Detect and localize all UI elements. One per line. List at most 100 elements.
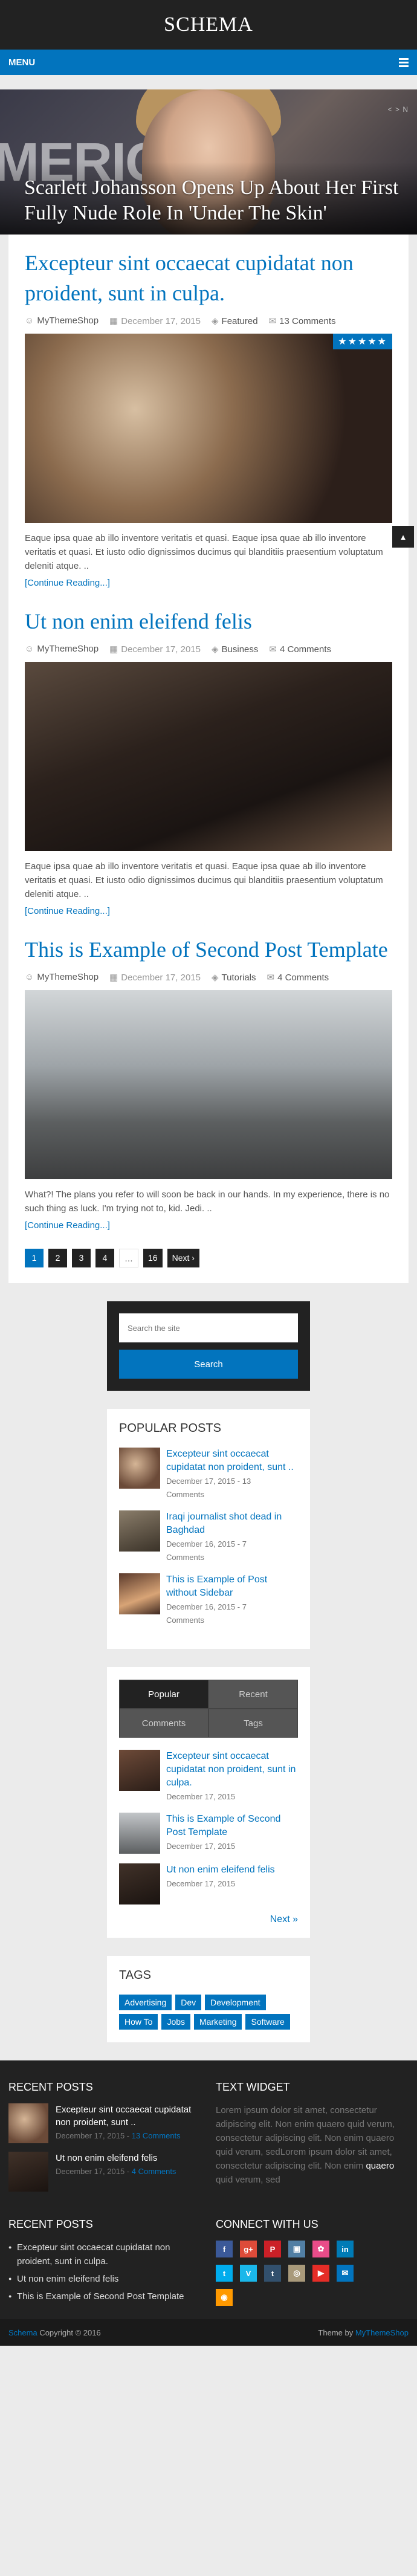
tumblr-icon[interactable]: t [264, 2265, 281, 2282]
post-category[interactable]: ◈ Featured [212, 316, 258, 326]
post-comments[interactable]: ✉ 4 Comments [269, 644, 331, 655]
post-category[interactable]: ◈ Tutorials [212, 972, 256, 983]
theme-link[interactable]: MyThemeShop [355, 2328, 409, 2337]
facebook-icon[interactable]: f [216, 2241, 233, 2257]
post-link[interactable]: Ut non enim eleifend felis [56, 2152, 176, 2164]
pinterest-icon[interactable]: P [264, 2241, 281, 2257]
menu-label[interactable]: MENU [8, 57, 35, 68]
search-widget: Search [107, 1301, 310, 1391]
post-thumbnail[interactable] [8, 2152, 48, 2192]
list-item[interactable]: Ut non enim eleifend felis December 17, 2… [8, 2152, 201, 2192]
post-thumbnail[interactable] [119, 1573, 160, 1614]
list-item[interactable]: Excepteur sint occaecat cupidatat non pr… [8, 2241, 201, 2268]
sidebar: Search POPULAR POSTS Excepteur sint occa… [107, 1301, 310, 2042]
post-thumbnail[interactable] [8, 2103, 48, 2143]
copyright-text: Schema Copyright © 2016 [8, 2328, 101, 2337]
list-item[interactable]: This is Example of Second Post Template [8, 2290, 201, 2303]
tab-tags[interactable]: Tags [208, 1709, 298, 1738]
tag-advertising[interactable]: Advertising [119, 1995, 172, 2010]
post-title[interactable]: This is Example of Second Post Template [25, 934, 392, 965]
social-icons: f g+ P ▣ ✿ in t Vt ◎ ▶ ✉ ◉ [216, 2241, 409, 2306]
read-more-link[interactable]: [Continue Reading...] [25, 1220, 392, 1231]
tag-dev[interactable]: Dev [175, 1995, 202, 2010]
back-to-top-icon[interactable]: ▲ [392, 526, 414, 548]
post-author[interactable]: ☺ MyThemeShop [25, 972, 99, 983]
post-title[interactable]: Excepteur sint occaecat cupidatat non pr… [25, 248, 392, 308]
list-item[interactable]: Excepteur sint occaecat cupidatat non pr… [119, 1750, 298, 1803]
post-comments[interactable]: ✉ 4 Comments [267, 972, 329, 983]
page-3[interactable]: 3 [72, 1249, 91, 1267]
user-icon: ☺ [25, 972, 34, 982]
tag-how-to[interactable]: How To [119, 2014, 158, 2030]
post-excerpt: Eaque ipsa quae ab illo inventore verita… [25, 533, 383, 571]
email-icon[interactable]: ✉ [337, 2265, 354, 2282]
youtube-icon[interactable]: ▶ [312, 2265, 329, 2282]
read-more-link[interactable]: [Continue Reading...] [25, 578, 392, 588]
post-link[interactable]: Iraqi journalist shot dead in Baghdad [166, 1510, 298, 1537]
post-link[interactable]: Ut non enim eleifend felis [166, 1863, 275, 1877]
list-item[interactable]: Ut non enim eleifend felis [8, 2272, 201, 2286]
featured-slider[interactable]: MERIC < > N Scarlett Johansson Opens Up … [0, 89, 417, 235]
search-button[interactable]: Search [119, 1350, 298, 1379]
list-item[interactable]: Excepteur sint occaecat cupidatat non pr… [119, 1448, 298, 1501]
site-link[interactable]: Schema [8, 2328, 37, 2337]
page-16[interactable]: 16 [143, 1249, 163, 1267]
post-link[interactable]: This is Example of Second Post Template [166, 1813, 298, 1839]
rss-icon[interactable]: ◉ [216, 2289, 233, 2306]
post-thumbnail[interactable] [119, 1750, 160, 1791]
post-thumbnail[interactable] [119, 1448, 160, 1489]
post-thumbnail[interactable] [25, 662, 392, 851]
footer-connect: CONNECT WITH US f g+ P ▣ ✿ in t Vt ◎ ▶ ✉ ◉ [216, 2218, 409, 2307]
featured-title[interactable]: Scarlett Johansson Opens Up About Her Fi… [24, 175, 405, 226]
tab-recent[interactable]: Recent [208, 1680, 298, 1709]
tab-comments[interactable]: Comments [119, 1709, 208, 1738]
instagram-icon[interactable]: ▣ [288, 2241, 305, 2257]
post-title[interactable]: Ut non enim eleifend felis [25, 606, 392, 636]
page-2[interactable]: 2 [48, 1249, 67, 1267]
post-comments-link[interactable]: 13 Comments [132, 2131, 181, 2140]
post-link[interactable]: Excepteur sint occaecat cupidatat non pr… [56, 2103, 201, 2129]
post-thumbnail[interactable]: ★★★★★ [25, 334, 392, 523]
post-author[interactable]: ☺ MyThemeShop [25, 316, 99, 326]
search-input[interactable] [119, 1313, 298, 1342]
page-1[interactable]: 1 [25, 1249, 44, 1267]
hamburger-icon[interactable] [399, 57, 409, 67]
calendar-icon: ▦ [109, 316, 118, 326]
post-thumbnail[interactable] [119, 1510, 160, 1552]
google-plus-icon[interactable]: g+ [240, 2241, 257, 2257]
post-comments-link[interactable]: 4 Comments [132, 2167, 176, 2176]
list-item[interactable]: Excepteur sint occaecat cupidatat non pr… [8, 2103, 201, 2143]
page-4[interactable]: 4 [95, 1249, 114, 1267]
tag-jobs[interactable]: Jobs [161, 2014, 191, 2030]
list-item[interactable]: Ut non enim eleifend felis December 17, 2… [119, 1863, 298, 1904]
post-comments[interactable]: ✉ 13 Comments [269, 316, 336, 326]
post-link[interactable]: This is Example of Post without Sidebar [166, 1573, 298, 1600]
tabs-next-link[interactable]: Next » [119, 1914, 298, 1925]
post-link[interactable]: Excepteur sint occaecat cupidatat non pr… [166, 1448, 298, 1474]
list-item[interactable]: This is Example of Second Post Template D… [119, 1813, 298, 1854]
post-link[interactable]: Excepteur sint occaecat cupidatat non pr… [166, 1750, 298, 1790]
post-thumbnail[interactable] [25, 990, 392, 1179]
post-thumbnail[interactable] [119, 1813, 160, 1854]
linkedin-icon[interactable]: in [337, 2241, 354, 2257]
tag-marketing[interactable]: Marketing [194, 2014, 242, 2030]
flickr-icon[interactable]: ◎ [288, 2265, 305, 2282]
dribbble-icon[interactable]: ✿ [312, 2241, 329, 2257]
read-more-link[interactable]: [Continue Reading...] [25, 906, 392, 916]
site-logo[interactable]: SCHEMA [164, 13, 253, 36]
rating-stars: ★★★★★ [333, 334, 392, 349]
tab-popular[interactable]: Popular [119, 1680, 208, 1709]
post-author[interactable]: ☺ MyThemeShop [25, 644, 99, 655]
post-date: December 17, 2015 [166, 1879, 236, 1888]
post-thumbnail[interactable] [119, 1863, 160, 1904]
twitter-icon[interactable]: t [216, 2265, 233, 2282]
post-category[interactable]: ◈ Business [212, 644, 258, 655]
next-page-button[interactable]: Next › [167, 1249, 199, 1267]
nav-bar[interactable]: MENU [0, 50, 417, 75]
list-item[interactable]: Iraqi journalist shot dead in Baghdad Dec… [119, 1510, 298, 1564]
slider-controls[interactable]: < > N [388, 105, 409, 114]
tag-development[interactable]: Development [205, 1995, 266, 2010]
vimeo-icon[interactable]: V [240, 2265, 257, 2282]
list-item[interactable]: This is Example of Post without Sidebar D… [119, 1573, 298, 1626]
tag-software[interactable]: Software [245, 2014, 290, 2030]
